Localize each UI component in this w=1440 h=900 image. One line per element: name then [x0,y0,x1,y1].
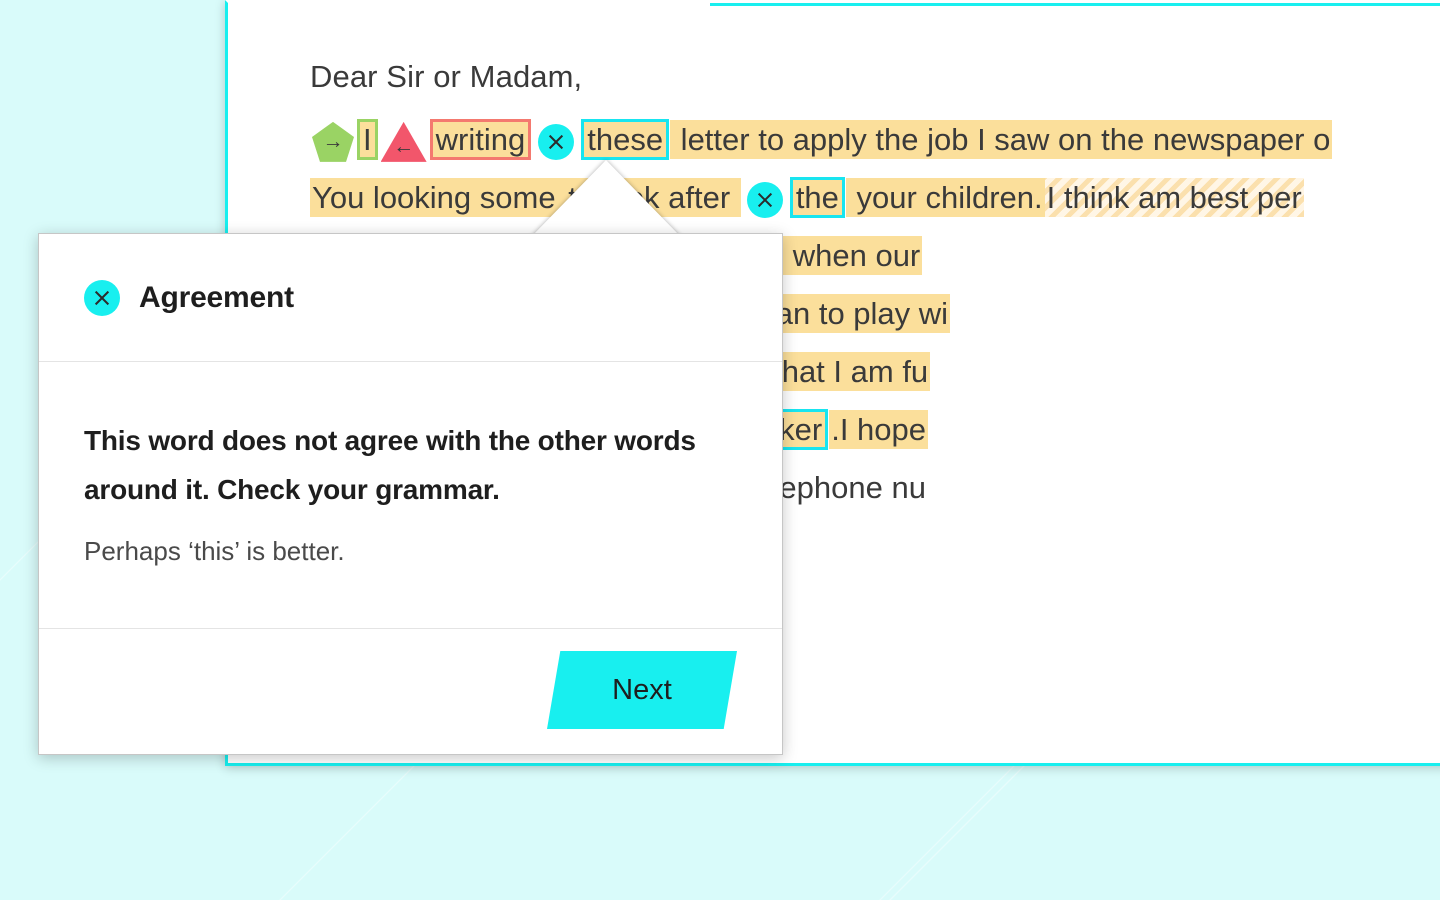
error-token-the[interactable]: the [789,177,845,218]
next-button[interactable]: Next [547,651,737,729]
dialog-body: This word does not agree with the other … [39,362,782,628]
suggestion-token-i[interactable]: I [357,119,378,160]
dialog-footer: Next [39,628,782,755]
line-1-text: letter to apply the job I saw on the new… [670,120,1333,159]
document-line-2: You looking some to look after the your … [310,169,1440,227]
error-token-these[interactable]: these [581,119,670,160]
callout-pointer [530,160,682,238]
dialog-header: Agreement [39,234,782,362]
document-line-1: → I ← writing these letter to apply the j… [310,111,1440,169]
agreement-marker-icon[interactable] [538,123,575,160]
line-6-text-b: .I hope [829,410,929,449]
callout-triangle [530,160,682,238]
circle-x-icon [84,279,120,316]
line-2-text-c: your children. [845,178,1045,217]
error-token-writing[interactable]: writing [429,119,532,160]
arrow-left-icon: ← [393,134,415,158]
insert-marker-icon[interactable]: → [312,121,354,162]
dialog-title: Agreement [139,280,294,314]
agreement-marker-icon[interactable] [746,181,783,218]
delete-marker-icon[interactable]: ← [380,121,427,162]
agreement-dialog: Agreement This word does not agree with … [38,233,783,755]
dialog-suggestion: Perhaps ‘this’ is better. [84,536,345,566]
arrow-right-icon: → [322,129,344,153]
dialog-message: This word does not agree with the other … [84,425,696,505]
line-2-text-a: You looking some [310,178,558,217]
line-2-text-hatched: I think am best per [1044,178,1304,217]
salutation-line: Dear Sir or Madam, [310,59,583,94]
